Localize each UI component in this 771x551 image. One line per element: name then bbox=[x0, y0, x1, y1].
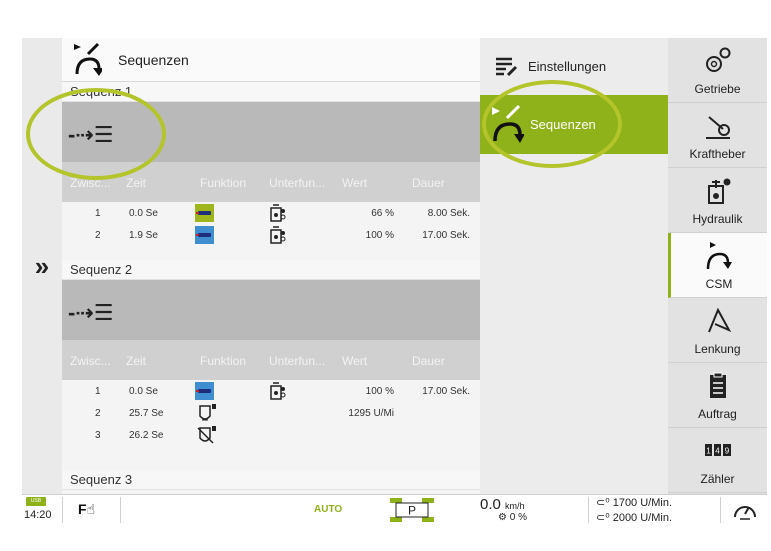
tractor-terminal-screen: » Sequenzen Sequenz 1 -⇢☰ Zwisc... Zeit … bbox=[22, 38, 767, 524]
double-chevron-right-icon: » bbox=[34, 251, 50, 281]
nav-label: Auftrag bbox=[698, 407, 737, 421]
col-unterfunktion: Unterfun... bbox=[269, 176, 326, 190]
nav-label: Hydraulik bbox=[692, 212, 743, 226]
nav-item-zaehler[interactable]: 1 4 9 Zähler bbox=[668, 428, 767, 493]
settings-list-icon bbox=[496, 57, 518, 77]
panel-header: Sequenzen bbox=[62, 38, 480, 82]
csm-sequence-icon bbox=[74, 42, 102, 76]
valve-sub-icon bbox=[270, 226, 286, 244]
valve-sub-icon bbox=[270, 204, 286, 222]
main-navigation: Getriebe Kraftheber Hydraulik CSM Lenkun… bbox=[668, 38, 767, 494]
divider bbox=[588, 497, 589, 523]
valve-sub-icon bbox=[270, 382, 286, 400]
col-unterfunktion: Unterfun... bbox=[269, 354, 326, 368]
svg-text:9: 9 bbox=[724, 447, 729, 456]
hitch-icon bbox=[705, 116, 730, 139]
csm-sequence-icon bbox=[492, 104, 524, 143]
table-row[interactable]: 1 0.0 Se 100 % 17.00 Sek. bbox=[62, 380, 480, 402]
engine-icon: ⊂⁰ bbox=[596, 497, 610, 509]
menu-item-label: Einstellungen bbox=[528, 58, 607, 74]
divider bbox=[120, 497, 121, 523]
hydraulic-valve-icon bbox=[195, 382, 214, 400]
hydraulic-valve-icon bbox=[195, 226, 214, 244]
auto-mode-indicator: AUTO bbox=[314, 504, 343, 515]
csm-submenu: Einstellungen Sequenzen bbox=[480, 38, 668, 494]
table-row[interactable]: 1 0.0 Se 66 % 8.00 Sek. bbox=[62, 202, 480, 224]
parking-brake-icon: P bbox=[390, 498, 434, 522]
svg-text:4: 4 bbox=[715, 447, 720, 456]
sequence-label[interactable]: Sequenz 1 bbox=[62, 82, 480, 102]
nav-label: Lenkung bbox=[694, 342, 741, 356]
col-dauer: Dauer bbox=[412, 354, 445, 368]
fingertip-control-button[interactable]: F☝ bbox=[78, 501, 95, 518]
hydraulic-icon bbox=[707, 178, 730, 204]
wheel-slip-readout: ⚙ 0 % bbox=[498, 512, 527, 523]
menu-item-einstellungen[interactable]: Einstellungen bbox=[480, 38, 668, 94]
engine-rpm-memory-1[interactable]: ⊂⁰ 1700 U/Min. bbox=[596, 496, 672, 509]
nav-item-hydraulik[interactable]: Hydraulik bbox=[668, 168, 767, 233]
engine-speed-off-icon bbox=[197, 426, 216, 444]
sequence-list-icon: -⇢☰ bbox=[68, 300, 114, 325]
svg-text:1: 1 bbox=[706, 447, 711, 456]
table-row[interactable]: 2 1.9 Se 100 % 17.00 Sek. bbox=[62, 224, 480, 246]
usb-status-badge: USB bbox=[26, 497, 46, 506]
col-wert: Wert bbox=[342, 176, 368, 190]
nav-item-csm[interactable]: CSM bbox=[668, 233, 767, 298]
col-wert: Wert bbox=[342, 354, 368, 368]
engine-speed-icon bbox=[199, 404, 216, 421]
steering-icon bbox=[707, 307, 731, 333]
hydraulic-valve-icon bbox=[195, 204, 214, 222]
column-header-row: Zwisc... Zeit Funktion Unterfun... Wert … bbox=[62, 340, 480, 380]
nav-item-lenkung[interactable]: Lenkung bbox=[668, 298, 767, 363]
expand-panel-button[interactable]: » bbox=[22, 38, 62, 494]
col-funktion: Funktion bbox=[200, 354, 247, 368]
sequence-list-icon: -⇢☰ bbox=[68, 122, 114, 147]
nav-label: Getriebe bbox=[694, 82, 741, 96]
divider bbox=[720, 497, 721, 523]
sequence-banner[interactable]: -⇢☰ bbox=[62, 102, 480, 162]
menu-item-sequenzen[interactable]: Sequenzen bbox=[480, 95, 668, 154]
clipboard-icon bbox=[709, 372, 726, 398]
col-funktion: Funktion bbox=[200, 176, 247, 190]
nav-label: Kraftheber bbox=[689, 147, 746, 161]
col-zeit: Zeit bbox=[126, 354, 147, 368]
sequence-label[interactable]: Sequenz 2 bbox=[62, 260, 480, 280]
col-dauer: Dauer bbox=[412, 176, 445, 190]
col-zeit: Zeit bbox=[126, 176, 147, 190]
divider bbox=[62, 497, 63, 523]
counter-icon: 1 4 9 bbox=[704, 444, 731, 456]
status-bar: USB 14:20 F☝ AUTO P 0.0 km/h ⚙ 0 % ⊂⁰ 17… bbox=[22, 494, 767, 524]
nav-label: Zähler bbox=[700, 472, 735, 486]
nav-item-kraftheber[interactable]: Kraftheber bbox=[668, 103, 767, 168]
nav-label: CSM bbox=[705, 277, 733, 291]
engine-rpm-memory-2[interactable]: ⊂⁰ 2000 U/Min. bbox=[596, 511, 672, 524]
gears-icon bbox=[705, 47, 730, 72]
sequence-banner[interactable]: -⇢☰ bbox=[62, 280, 480, 340]
nav-item-getriebe[interactable]: Getriebe bbox=[668, 38, 767, 103]
table-row[interactable]: 2 25.7 Se 1295 U/Mi bbox=[62, 402, 480, 424]
wheel-slip-icon: ⚙ bbox=[498, 512, 507, 523]
col-zwischen: Zwisc... bbox=[70, 354, 111, 368]
speed-readout: 0.0 km/h bbox=[480, 496, 525, 513]
csm-icon bbox=[706, 242, 732, 270]
hand-pointer-icon: ☝ bbox=[86, 501, 96, 517]
menu-item-label: Sequenzen bbox=[530, 117, 596, 132]
nav-item-auftrag[interactable]: Auftrag bbox=[668, 363, 767, 428]
park-label: P bbox=[408, 504, 416, 518]
table-row[interactable]: 3 26.2 Se bbox=[62, 424, 480, 446]
col-zwischen: Zwisc... bbox=[70, 176, 111, 190]
sequence-list-panel: Sequenzen Sequenz 1 -⇢☰ Zwisc... Zeit Fu… bbox=[62, 38, 480, 494]
page-title: Sequenzen bbox=[118, 51, 189, 68]
sequence-label[interactable]: Sequenz 3 bbox=[62, 470, 480, 490]
column-header-row: Zwisc... Zeit Funktion Unterfun... Wert … bbox=[62, 162, 480, 202]
clock: 14:20 bbox=[24, 509, 52, 521]
speedometer-icon[interactable] bbox=[732, 499, 758, 521]
engine-icon: ⊂⁰ bbox=[596, 512, 610, 524]
